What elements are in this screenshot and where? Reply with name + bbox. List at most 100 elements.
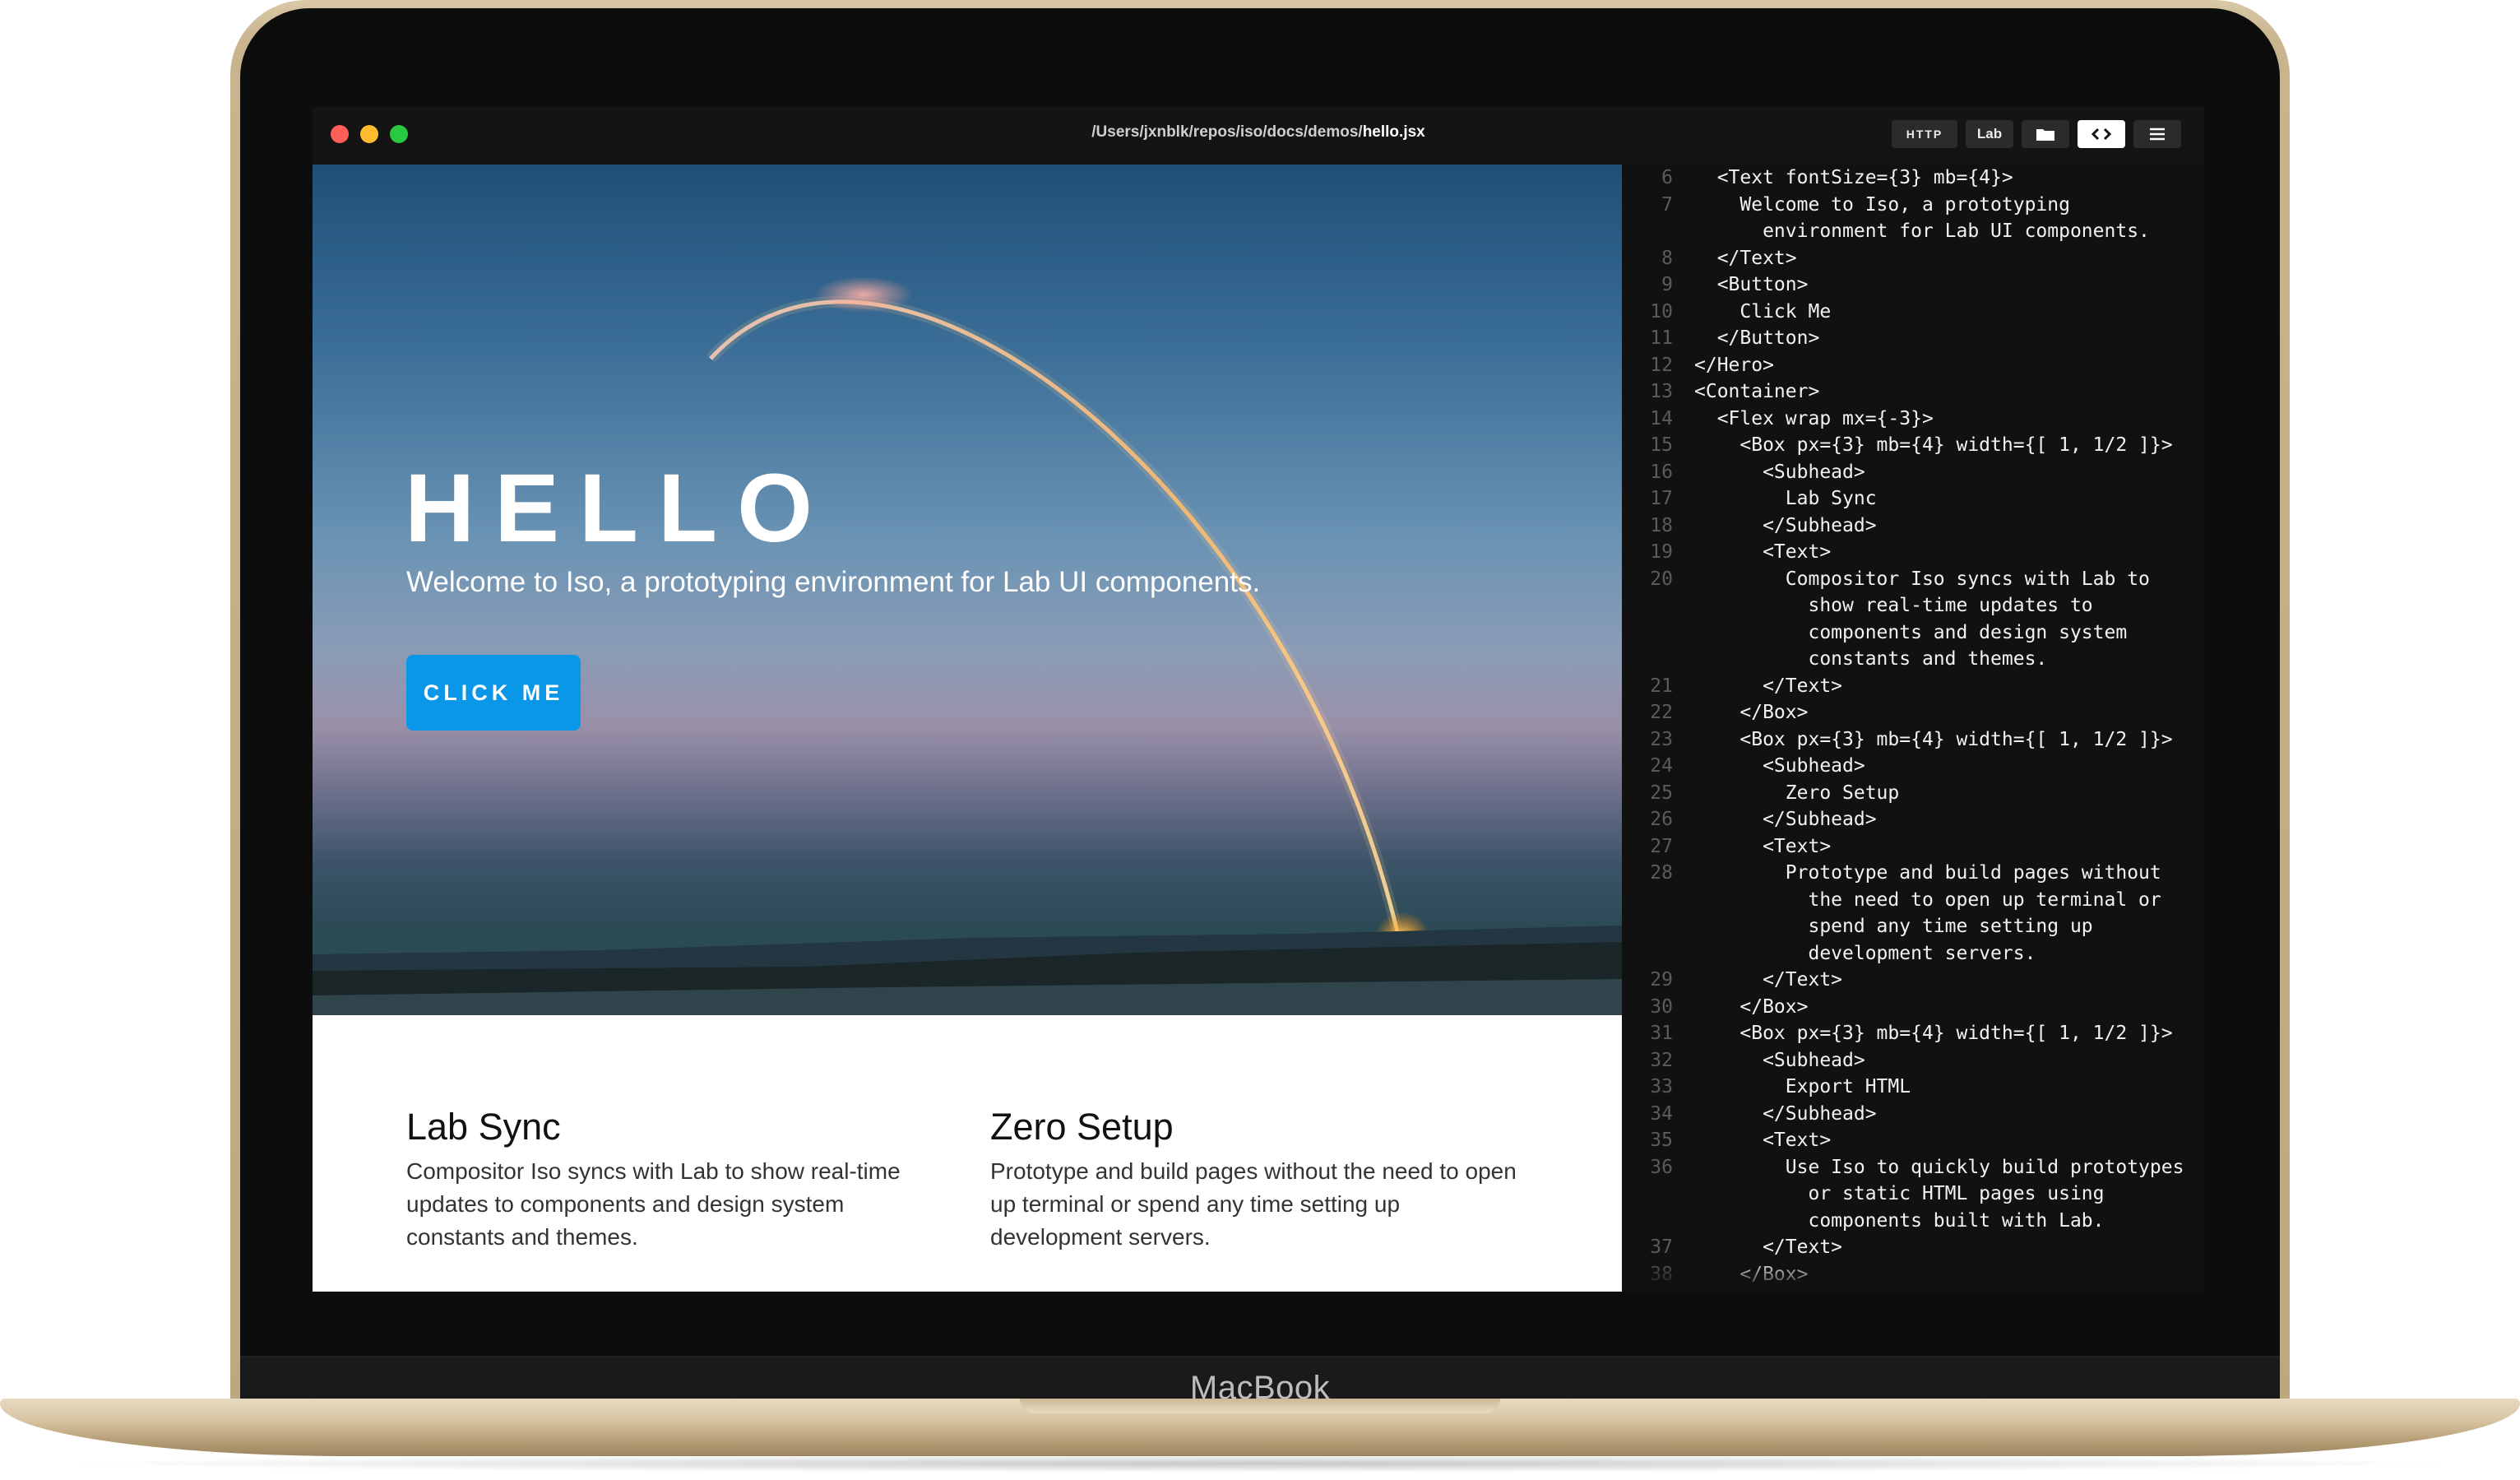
code-line: spend any time setting up	[1622, 913, 2204, 940]
code-line: 13 <Container>	[1622, 378, 2204, 406]
code-text: spend any time setting up	[1694, 916, 2093, 937]
code-line: 26 </Subhead>	[1622, 806, 2204, 833]
line-number: 10	[1650, 300, 1673, 322]
file-path-name: hello.jsx	[1362, 123, 1425, 141]
line-number: 37	[1650, 1236, 1673, 1258]
code-text: components built with Lab.	[1694, 1209, 2105, 1232]
base-notch	[1020, 1399, 1500, 1413]
code-text: show real-time updates to	[1694, 595, 2093, 616]
line-number: 32	[1650, 1049, 1673, 1071]
line-number: 19	[1650, 541, 1673, 563]
http-button[interactable]: HTTP	[1892, 120, 1957, 148]
code-text: <Text>	[1694, 541, 1832, 563]
code-line: development servers.	[1622, 940, 2204, 967]
feature-zero-setup: Zero Setup Prototype and build pages wit…	[990, 1106, 1525, 1254]
folder-button[interactable]	[2022, 120, 2069, 148]
line-number: 22	[1650, 702, 1673, 723]
feature-title: Zero Setup	[990, 1106, 1174, 1148]
line-number: 20	[1650, 568, 1673, 590]
menu-button[interactable]	[2133, 120, 2181, 148]
code-line: 15 <Box px={3} mb={4} width={[ 1, 1/2 ]}…	[1622, 432, 2204, 459]
code-line: 28 Prototype and build pages without	[1622, 860, 2204, 887]
code-line: 10 Click Me	[1622, 299, 2204, 326]
line-number: 11	[1650, 327, 1673, 349]
code-line: components built with Lab.	[1622, 1208, 2204, 1235]
line-number: 35	[1650, 1130, 1673, 1151]
code-line: 36 Use Iso to quickly build prototypes	[1622, 1154, 2204, 1181]
code-text: <Box px={3} mb={4} width={[ 1, 1/2 ]}>	[1694, 728, 2173, 750]
base-shadow	[49, 1454, 2471, 1473]
hero-subtitle: Welcome to Iso, a prototyping environmen…	[406, 566, 1261, 598]
code-text: <Subhead>	[1694, 461, 1865, 483]
code-line: 21 </Text>	[1622, 673, 2204, 700]
code-line: 19 <Text>	[1622, 539, 2204, 566]
code-line: 17 Lab Sync	[1622, 485, 2204, 513]
code-text: the need to open up terminal or	[1694, 888, 2161, 911]
folder-icon	[2036, 129, 2054, 141]
code-line: 8 </Text>	[1622, 245, 2204, 272]
code-text: <Container>	[1694, 381, 1820, 402]
line-number: 13	[1650, 381, 1673, 402]
code-text: </Text>	[1694, 675, 1843, 697]
line-number	[1622, 619, 1673, 647]
line-number: 12	[1650, 354, 1673, 376]
code-text: constants and themes.	[1694, 648, 2048, 670]
feature-lab-sync: Lab Sync Compositor Iso syncs with Lab t…	[406, 1106, 941, 1254]
menu-icon	[2150, 128, 2165, 141]
line-number: 36	[1650, 1156, 1673, 1178]
line-number	[1622, 887, 1673, 914]
lab-button[interactable]: Lab	[1966, 120, 2013, 148]
code-line: 6 <Text fontSize={3} mb={4}>	[1622, 165, 2204, 192]
code-line: 24 <Subhead>	[1622, 753, 2204, 780]
line-number: 34	[1650, 1102, 1673, 1125]
click-me-button[interactable]: CLICK ME	[406, 655, 581, 731]
code-line: components and design system	[1622, 619, 2204, 647]
code-editor[interactable]: 6 <Text fontSize={3} mb={4}> 7 Welcome to…	[1622, 165, 2204, 1292]
code-text: </Button>	[1694, 327, 1820, 349]
code-line: 18 </Subhead>	[1622, 513, 2204, 540]
code-line: 22 </Box>	[1622, 699, 2204, 726]
code-line: 16 <Subhead>	[1622, 459, 2204, 486]
code-view-button[interactable]	[2078, 120, 2125, 148]
laptop-base	[0, 1399, 2520, 1456]
hero-title: HELLO	[405, 454, 832, 563]
code-line: 23 <Box px={3} mb={4} width={[ 1, 1/2 ]}…	[1622, 726, 2204, 754]
line-number: 28	[1650, 862, 1673, 884]
code-icon	[2091, 128, 2112, 141]
line-number	[1622, 940, 1673, 967]
code-text: <Box px={3} mb={4} width={[ 1, 1/2 ]}>	[1694, 1023, 2173, 1044]
code-line: 34 </Subhead>	[1622, 1101, 2204, 1128]
code-text: Click Me	[1694, 300, 1832, 322]
line-number: 16	[1650, 461, 1673, 483]
code-text: <Subhead>	[1694, 1049, 1865, 1071]
titlebar: /Users/jxnblk/repos/iso/docs/demos/hello…	[313, 107, 2204, 165]
code-text: Prototype and build pages without	[1694, 862, 2161, 884]
feature-title: Lab Sync	[406, 1106, 561, 1148]
code-line: the need to open up terminal or	[1622, 887, 2204, 914]
code-line: 31 <Box px={3} mb={4} width={[ 1, 1/2 ]}…	[1622, 1020, 2204, 1047]
code-text: Export HTML	[1694, 1076, 1911, 1097]
code-text: components and design system	[1694, 621, 2128, 643]
hero-section: HELLO Welcome to Iso, a prototyping envi…	[313, 165, 1622, 1015]
code-text: development servers.	[1694, 942, 2036, 964]
code-text: </Subhead>	[1694, 514, 1877, 536]
code-line: or static HTML pages using	[1622, 1181, 2204, 1208]
line-number	[1622, 592, 1673, 619]
code-text: Compositor Iso syncs with Lab to	[1694, 568, 2150, 590]
code-line: 33 Export HTML	[1622, 1074, 2204, 1101]
code-line: 14 <Flex wrap mx={-3}>	[1622, 406, 2204, 433]
code-text: </Box>	[1694, 995, 1809, 1018]
code-text: </Text>	[1694, 1236, 1843, 1258]
code-text: <Subhead>	[1694, 755, 1865, 777]
line-number: 7	[1661, 193, 1673, 216]
line-number: 30	[1650, 995, 1673, 1018]
code-text: Zero Setup	[1694, 782, 1900, 804]
code-text: Welcome to Iso, a prototyping	[1694, 193, 2070, 216]
line-number: 9	[1661, 274, 1673, 295]
line-number: 27	[1650, 835, 1673, 857]
code-text: or static HTML pages using	[1694, 1183, 2105, 1204]
code-line: 30 </Box>	[1622, 994, 2204, 1021]
code-text: </Subhead>	[1694, 1102, 1877, 1125]
code-line: 37 </Text>	[1622, 1234, 2204, 1261]
code-text: </Box>	[1694, 702, 1809, 723]
